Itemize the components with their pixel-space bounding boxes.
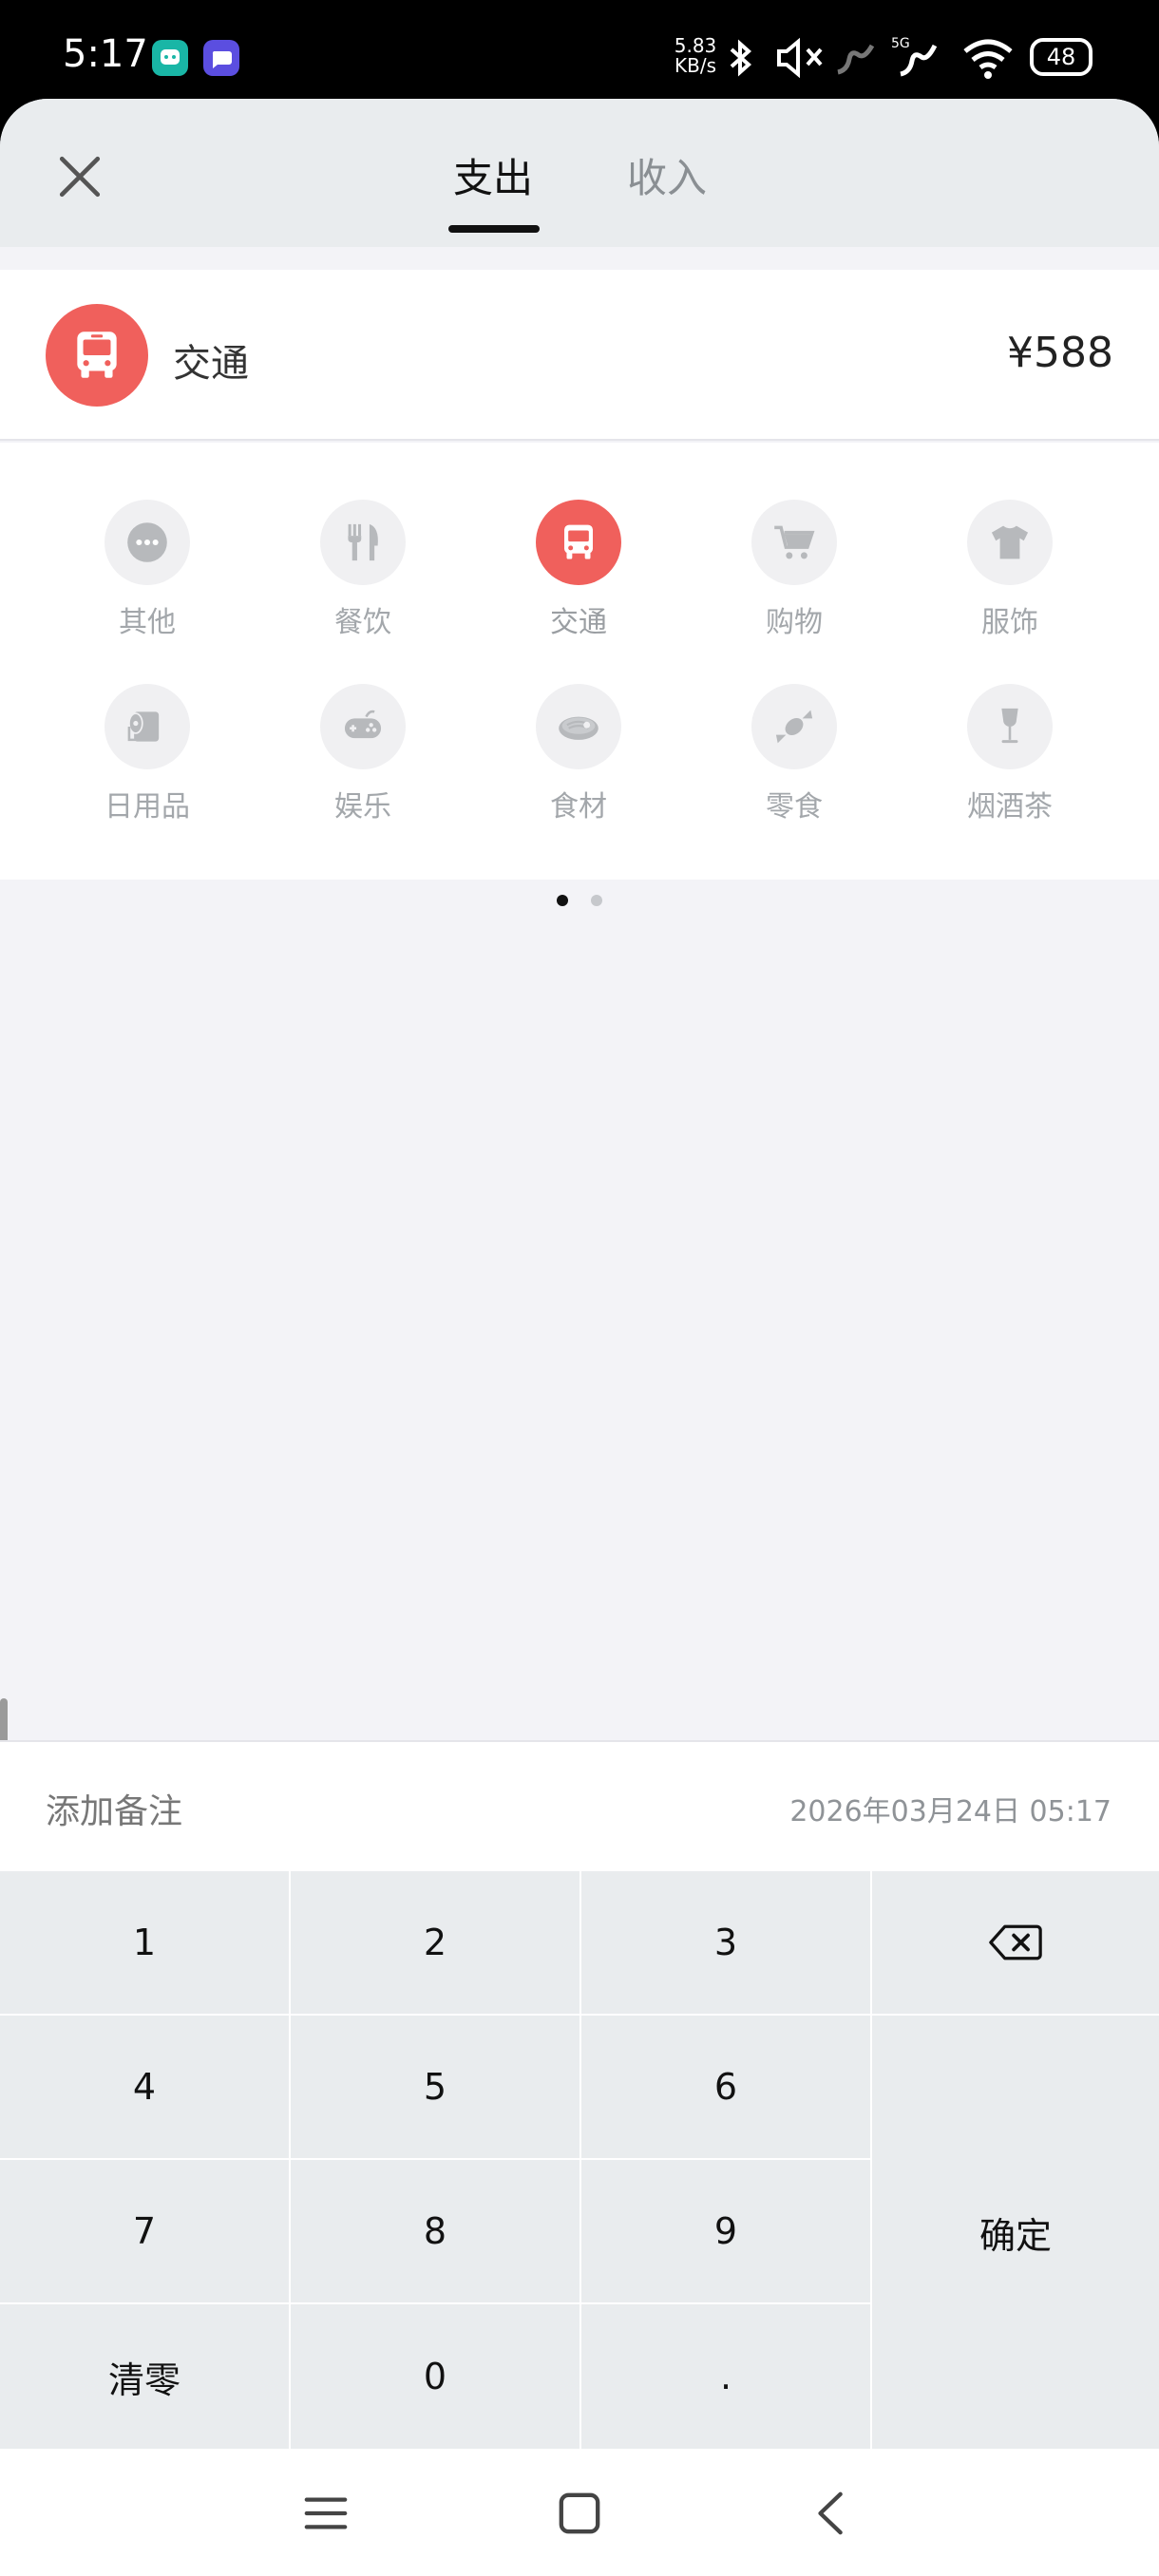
fork-knife-icon bbox=[320, 500, 406, 585]
signal-5g-icon: 5G bbox=[891, 34, 948, 82]
key-4[interactable]: 4 bbox=[0, 2016, 289, 2158]
home-square-icon bbox=[559, 2492, 600, 2534]
category-label: 购物 bbox=[766, 606, 823, 639]
battery-level: 48 bbox=[1046, 44, 1076, 70]
status-bar: 5:17 5.83 KB/s 5G 48 bbox=[0, 0, 1159, 99]
home-button[interactable] bbox=[551, 2485, 608, 2542]
menu-icon bbox=[304, 2497, 348, 2529]
category-grid: 其他 餐饮 交通 购物 服饰 日用品 娱乐 食材 零食 烟酒茶 bbox=[0, 443, 1159, 880]
tab-expense[interactable]: 支出 bbox=[453, 146, 533, 204]
category-tobacco-alcohol-tea[interactable]: 烟酒茶 bbox=[915, 684, 1105, 864]
bluetooth-icon bbox=[726, 34, 754, 82]
tab-active-indicator bbox=[448, 225, 540, 233]
cart-icon bbox=[751, 500, 837, 585]
sheet-header: 支出 收入 bbox=[0, 99, 1159, 247]
candy-icon bbox=[751, 684, 837, 769]
number-keypad: 1 2 3 4 5 6 7 8 9 清零 0 . 确定 bbox=[0, 1871, 1159, 2449]
category-pager bbox=[0, 895, 1159, 906]
wifi-icon bbox=[961, 34, 1015, 82]
more-icon bbox=[104, 500, 190, 585]
key-2[interactable]: 2 bbox=[291, 1871, 580, 2014]
app-notification-icon bbox=[152, 40, 188, 76]
meat-icon bbox=[536, 684, 621, 769]
category-daily-goods[interactable]: 日用品 bbox=[52, 684, 242, 864]
wine-glass-icon bbox=[967, 684, 1053, 769]
category-transport[interactable]: 交通 bbox=[484, 500, 674, 680]
tab-income[interactable]: 收入 bbox=[627, 146, 707, 204]
system-nav-bar bbox=[0, 2449, 1159, 2576]
category-dining[interactable]: 餐饮 bbox=[268, 500, 458, 680]
confirm-button[interactable]: 确定 bbox=[872, 2016, 1159, 2449]
category-clothing[interactable]: 服饰 bbox=[915, 500, 1105, 680]
chat-app-icon bbox=[203, 40, 239, 76]
bus-icon bbox=[46, 304, 148, 407]
network-type-label: 5G bbox=[891, 36, 910, 51]
key-7[interactable]: 7 bbox=[0, 2160, 289, 2302]
category-groceries[interactable]: 食材 bbox=[484, 684, 674, 864]
category-label: 日用品 bbox=[104, 790, 190, 824]
mute-icon bbox=[773, 34, 826, 82]
category-entertainment[interactable]: 娱乐 bbox=[268, 684, 458, 864]
backspace-button[interactable] bbox=[872, 1871, 1159, 2014]
category-label: 餐饮 bbox=[334, 606, 391, 639]
note-row: 添加备注 2026年03月24日 05:17 bbox=[0, 1740, 1159, 1871]
pager-dot[interactable] bbox=[591, 895, 602, 906]
toilet-paper-icon bbox=[104, 684, 190, 769]
clear-button[interactable]: 清零 bbox=[0, 2304, 289, 2449]
pager-dot-active[interactable] bbox=[557, 895, 568, 906]
category-snacks[interactable]: 零食 bbox=[699, 684, 889, 864]
battery-indicator: 48 bbox=[1030, 38, 1092, 76]
key-3[interactable]: 3 bbox=[581, 1871, 870, 2014]
key-9[interactable]: 9 bbox=[581, 2160, 870, 2302]
bus-icon bbox=[536, 500, 621, 585]
selected-category-row: 交通 ¥588 bbox=[0, 270, 1159, 441]
add-record-sheet: 支出 收入 交通 ¥588 其他 餐饮 交通 购物 服饰 日用品 娱乐 食材 零… bbox=[0, 99, 1159, 2576]
key-1[interactable]: 1 bbox=[0, 1871, 289, 2014]
back-button[interactable] bbox=[804, 2485, 861, 2542]
key-6[interactable]: 6 bbox=[581, 2016, 870, 2158]
network-speed-value: 5.83 bbox=[674, 34, 717, 57]
backspace-icon bbox=[989, 1924, 1042, 1960]
category-other[interactable]: 其他 bbox=[52, 500, 242, 680]
tshirt-icon bbox=[967, 500, 1053, 585]
category-label: 零食 bbox=[766, 790, 823, 824]
selected-category-label: 交通 bbox=[173, 342, 249, 386]
amount-display: ¥588 bbox=[1007, 329, 1113, 377]
category-shopping[interactable]: 购物 bbox=[699, 500, 889, 680]
close-button[interactable] bbox=[49, 146, 110, 207]
key-5[interactable]: 5 bbox=[291, 2016, 580, 2158]
back-chevron-icon bbox=[818, 2491, 843, 2535]
signal-icon-inactive bbox=[834, 34, 880, 82]
key-0[interactable]: 0 bbox=[291, 2304, 580, 2449]
network-speed-unit: KB/s bbox=[674, 54, 716, 77]
key-8[interactable]: 8 bbox=[291, 2160, 580, 2302]
datetime-picker[interactable]: 2026年03月24日 05:17 bbox=[789, 1788, 1112, 1829]
add-note-input[interactable]: 添加备注 bbox=[46, 1784, 182, 1833]
category-label: 烟酒茶 bbox=[967, 790, 1053, 824]
gamepad-icon bbox=[320, 684, 406, 769]
close-icon bbox=[59, 156, 101, 198]
category-label: 交通 bbox=[550, 606, 607, 639]
key-decimal[interactable]: . bbox=[581, 2304, 870, 2449]
menu-button[interactable] bbox=[297, 2485, 354, 2542]
category-label: 其他 bbox=[119, 606, 176, 639]
category-label: 服饰 bbox=[981, 606, 1038, 639]
category-label: 娱乐 bbox=[334, 790, 391, 824]
network-speed: 5.83 KB/s bbox=[673, 36, 718, 76]
status-time: 5:17 bbox=[63, 32, 148, 76]
category-label: 食材 bbox=[550, 790, 607, 824]
